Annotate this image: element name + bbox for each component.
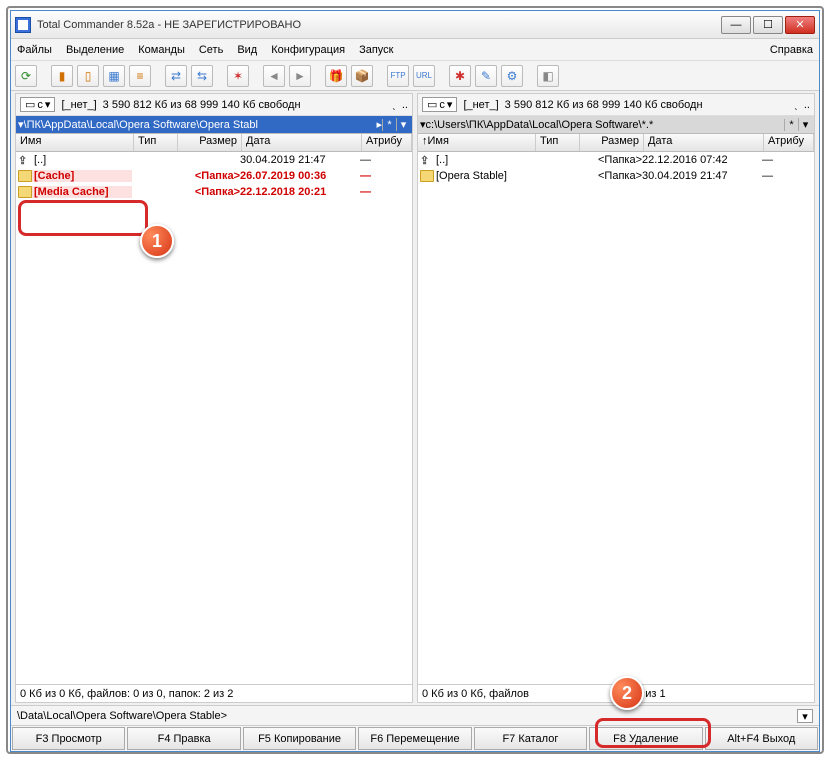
favorites-icon[interactable]: * — [784, 119, 798, 131]
menu-net[interactable]: Сеть — [199, 44, 223, 56]
right-path: c:\Users\ПК\AppData\Local\Opera Software… — [426, 119, 784, 131]
root-button[interactable]: ˎ — [392, 99, 396, 111]
toolbar: ⟳ ▮ ▯ ▦ ≡ ⇄ ⇆ ✶ ◄ ► 🎁 📦 FTP URL ✱ ✎ ⚙ ◧ — [11, 61, 819, 91]
left-drive-button[interactable]: ▭ c ▾ — [20, 97, 55, 112]
menu-view[interactable]: Вид — [237, 44, 257, 56]
parent-button[interactable]: .. — [402, 99, 408, 111]
right-column-header[interactable]: ↑Имя Тип Размер Дата Атрибу — [418, 134, 814, 152]
list-item[interactable]: [Media Cache] <Папка> 22.12.2018 20:21— — [16, 184, 412, 200]
window-title: Total Commander 8.52a - НЕ ЗАРЕГИСТРИРОВ… — [37, 19, 721, 31]
f6-move-button[interactable]: F6 Перемещение — [358, 727, 471, 750]
refresh-icon[interactable]: ⟳ — [15, 65, 37, 87]
drive-free-space: 3 590 812 Кб из 68 999 140 Кб свободн — [103, 99, 387, 111]
maximize-button[interactable]: ☐ — [753, 16, 783, 34]
menu-selection[interactable]: Выделение — [66, 44, 124, 56]
f8-delete-button[interactable]: F8 Удаление — [589, 727, 702, 750]
command-prompt: \Data\Local\Opera Software\Opera Stable> — [17, 710, 797, 722]
col-attr: Атрибу — [362, 134, 412, 151]
right-statusbar: 0 Кб из 0 Кб, файлов ок: 0 из 1 — [418, 684, 814, 702]
f4-edit-button[interactable]: F4 Правка — [127, 727, 240, 750]
right-panel: ▭ c ▾ [_нет_] 3 590 812 Кб из 68 999 140… — [417, 93, 815, 703]
right-filelist[interactable]: ⇪[..] <Папка> 22.12.2016 07:42— [Opera S… — [418, 152, 814, 684]
left-path: \ПК\AppData\Local\Opera Software\Opera S… — [24, 119, 377, 131]
col-size: Размер — [580, 134, 644, 151]
favorites-icon[interactable]: * — [382, 119, 396, 131]
altf4-exit-button[interactable]: Alt+F4 Выход — [705, 727, 818, 750]
col-date: Дата — [242, 134, 362, 151]
target-equal-source-icon[interactable]: ⇆ — [191, 65, 213, 87]
f5-copy-button[interactable]: F5 Копирование — [243, 727, 356, 750]
swap-panels-icon[interactable]: ⇄ — [165, 65, 187, 87]
close-button[interactable]: ✕ — [785, 16, 815, 34]
notepad-icon[interactable]: ✎ — [475, 65, 497, 87]
menubar: Файлы Выделение Команды Сеть Вид Конфигу… — [11, 39, 819, 61]
view-full-icon[interactable]: ▯ — [77, 65, 99, 87]
col-attr: Атрибу — [764, 134, 814, 151]
view-brief-icon[interactable]: ▮ — [51, 65, 73, 87]
drive-label: [_нет_] — [61, 99, 96, 111]
history-icon[interactable]: ▾ — [798, 118, 812, 131]
titlebar: Total Commander 8.52a - НЕ ЗАРЕГИСТРИРОВ… — [11, 11, 819, 39]
col-name: Имя — [16, 134, 134, 151]
f3-view-button[interactable]: F3 Просмотр — [12, 727, 125, 750]
forward-icon[interactable]: ► — [289, 65, 311, 87]
ftp-url-icon[interactable]: URL — [413, 65, 435, 87]
left-filelist[interactable]: ⇪[..] 30.04.2019 21:47— [Cache] <Папка> … — [16, 152, 412, 684]
col-type: Тип — [536, 134, 580, 151]
list-item[interactable]: ⇪[..] <Папка> 22.12.2016 07:42— — [418, 152, 814, 168]
folder-icon — [420, 170, 434, 182]
app-icon — [15, 17, 31, 33]
command-history-dropdown[interactable]: ▾ — [797, 709, 813, 723]
menu-start[interactable]: Запуск — [359, 44, 393, 56]
history-icon[interactable]: ▾ — [396, 118, 410, 131]
updir-icon: ⇪ — [420, 154, 434, 166]
menu-commands[interactable]: Команды — [138, 44, 185, 56]
folder-icon — [18, 170, 32, 182]
control-panel-icon[interactable]: ⚙ — [501, 65, 523, 87]
parent-button[interactable]: .. — [804, 99, 810, 111]
col-name: Имя — [428, 135, 449, 147]
col-date: Дата — [644, 134, 764, 151]
list-item[interactable]: [Cache] <Папка> 26.07.2019 00:36— — [16, 168, 412, 184]
start-menu-icon[interactable]: ✱ — [449, 65, 471, 87]
unpack-icon[interactable]: 📦 — [351, 65, 373, 87]
left-pathbar[interactable]: ▾ \ПК\AppData\Local\Opera Software\Opera… — [16, 116, 412, 134]
split-view-icon[interactable]: ◧ — [537, 65, 559, 87]
minimize-button[interactable]: — — [721, 16, 751, 34]
left-panel: ▭ c ▾ [_нет_] 3 590 812 Кб из 68 999 140… — [15, 93, 413, 703]
menu-config[interactable]: Конфигурация — [271, 44, 345, 56]
drive-free-space: 3 590 812 Кб из 68 999 140 Кб свободн — [505, 99, 789, 111]
ftp-connect-icon[interactable]: FTP — [387, 65, 409, 87]
col-size: Размер — [178, 134, 242, 151]
view-thumbs-icon[interactable]: ▦ — [103, 65, 125, 87]
col-type: Тип — [134, 134, 178, 151]
right-pathbar[interactable]: ▾ c:\Users\ПК\AppData\Local\Opera Softwa… — [418, 116, 814, 134]
command-line[interactable]: \Data\Local\Opera Software\Opera Stable>… — [11, 705, 819, 725]
menu-help[interactable]: Справка — [770, 44, 813, 56]
list-item[interactable]: [Opera Stable] <Папка> 30.04.2019 21:47— — [418, 168, 814, 184]
view-tree-icon[interactable]: ≡ — [129, 65, 151, 87]
function-key-bar: F3 Просмотр F4 Правка F5 Копирование F6 … — [11, 725, 819, 751]
left-drivebar: ▭ c ▾ [_нет_] 3 590 812 Кб из 68 999 140… — [16, 94, 412, 116]
root-button[interactable]: ˎ — [794, 99, 798, 111]
f7-mkdir-button[interactable]: F7 Каталог — [474, 727, 587, 750]
invert-selection-icon[interactable]: ✶ — [227, 65, 249, 87]
folder-icon — [18, 186, 32, 198]
left-statusbar: 0 Кб из 0 Кб, файлов: 0 из 0, папок: 2 и… — [16, 684, 412, 702]
updir-icon: ⇪ — [18, 154, 32, 166]
pack-icon[interactable]: 🎁 — [325, 65, 347, 87]
menu-files[interactable]: Файлы — [17, 44, 52, 56]
left-column-header[interactable]: Имя Тип Размер Дата Атрибу — [16, 134, 412, 152]
right-drivebar: ▭ c ▾ [_нет_] 3 590 812 Кб из 68 999 140… — [418, 94, 814, 116]
list-item[interactable]: ⇪[..] 30.04.2019 21:47— — [16, 152, 412, 168]
back-icon[interactable]: ◄ — [263, 65, 285, 87]
right-drive-button[interactable]: ▭ c ▾ — [422, 97, 457, 112]
drive-label: [_нет_] — [463, 99, 498, 111]
